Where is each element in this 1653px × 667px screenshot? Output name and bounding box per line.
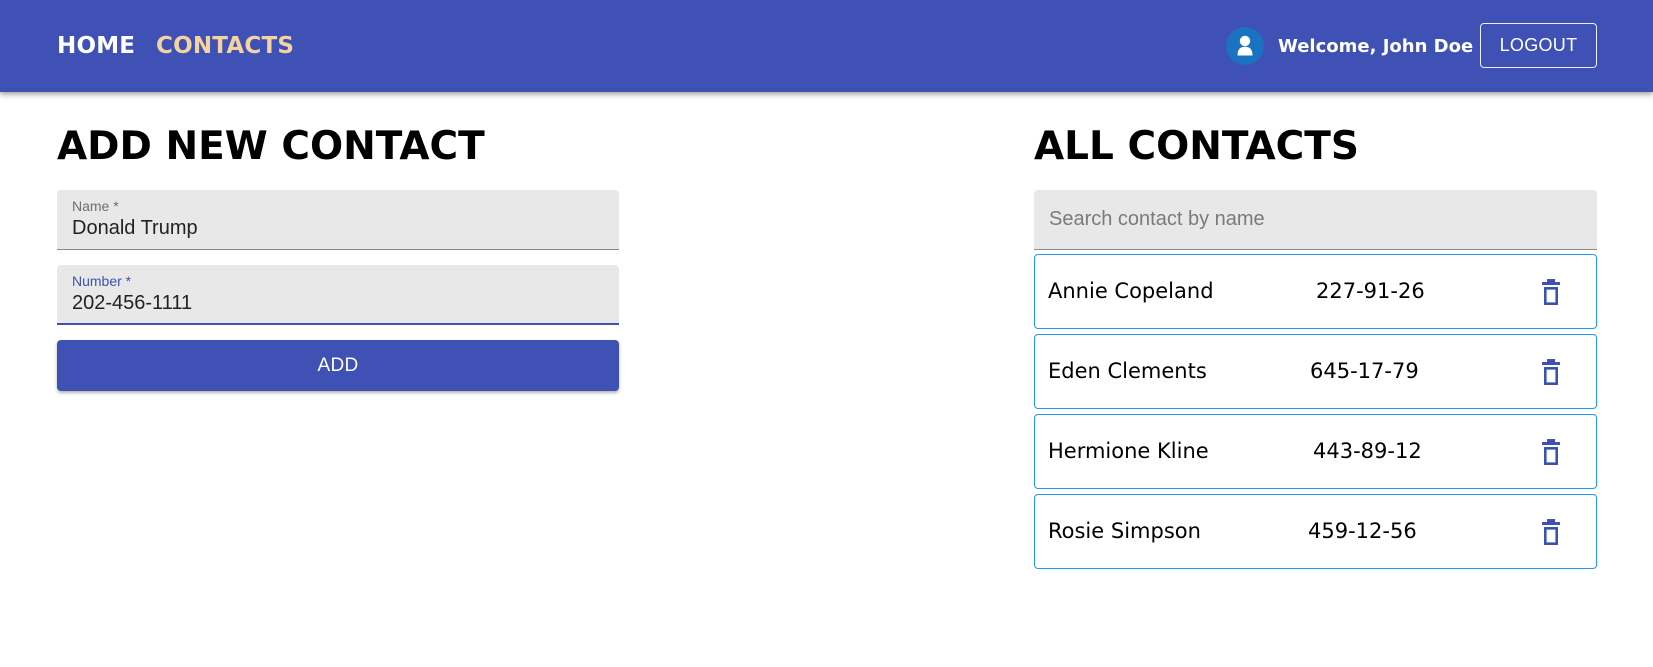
nav-home-link[interactable]: HOME bbox=[57, 31, 135, 61]
user-menu: Welcome, John Doe bbox=[1226, 27, 1473, 65]
delete-contact-button[interactable] bbox=[1538, 359, 1564, 387]
user-avatar-icon bbox=[1226, 27, 1264, 65]
contact-number: 227-91-26 bbox=[1316, 279, 1425, 303]
app-bar: HOME CONTACTS Welcome, John Doe LOGOUT bbox=[0, 0, 1653, 92]
contact-list-item: Annie Copeland 227-91-26 bbox=[1034, 254, 1597, 329]
number-field-label: Number * bbox=[72, 273, 132, 289]
contact-list-item: Rosie Simpson 459-12-56 bbox=[1034, 494, 1597, 569]
contact-number: 645-17-79 bbox=[1310, 359, 1419, 383]
logout-button[interactable]: LOGOUT bbox=[1480, 23, 1597, 68]
search-field[interactable] bbox=[1034, 190, 1597, 250]
contact-number: 459-12-56 bbox=[1308, 519, 1417, 543]
contact-list-item: Eden Clements 645-17-79 bbox=[1034, 334, 1597, 409]
trash-icon bbox=[1542, 439, 1560, 465]
trash-icon bbox=[1542, 359, 1560, 385]
nav-contacts-link[interactable]: CONTACTS bbox=[156, 31, 294, 61]
trash-icon bbox=[1542, 279, 1560, 305]
contact-name: Hermione Kline bbox=[1048, 439, 1209, 463]
name-input[interactable] bbox=[72, 217, 602, 240]
contact-name: Eden Clements bbox=[1048, 359, 1207, 383]
welcome-text: Welcome, John Doe bbox=[1278, 35, 1474, 57]
add-contact-title: ADD NEW CONTACT bbox=[57, 124, 485, 169]
delete-contact-button[interactable] bbox=[1538, 519, 1564, 547]
search-input[interactable] bbox=[1049, 208, 1579, 231]
number-input[interactable] bbox=[72, 292, 602, 315]
contact-list-item: Hermione Kline 443-89-12 bbox=[1034, 414, 1597, 489]
name-field-label: Name * bbox=[72, 198, 119, 214]
delete-contact-button[interactable] bbox=[1538, 279, 1564, 307]
number-field[interactable]: Number * bbox=[57, 265, 619, 325]
contact-name: Annie Copeland bbox=[1048, 279, 1214, 303]
all-contacts-title: ALL CONTACTS bbox=[1034, 124, 1359, 169]
delete-contact-button[interactable] bbox=[1538, 439, 1564, 467]
contact-number: 443-89-12 bbox=[1313, 439, 1422, 463]
contact-name: Rosie Simpson bbox=[1048, 519, 1201, 543]
add-contact-button[interactable]: ADD bbox=[57, 340, 619, 391]
name-field[interactable]: Name * bbox=[57, 190, 619, 250]
trash-icon bbox=[1542, 519, 1560, 545]
